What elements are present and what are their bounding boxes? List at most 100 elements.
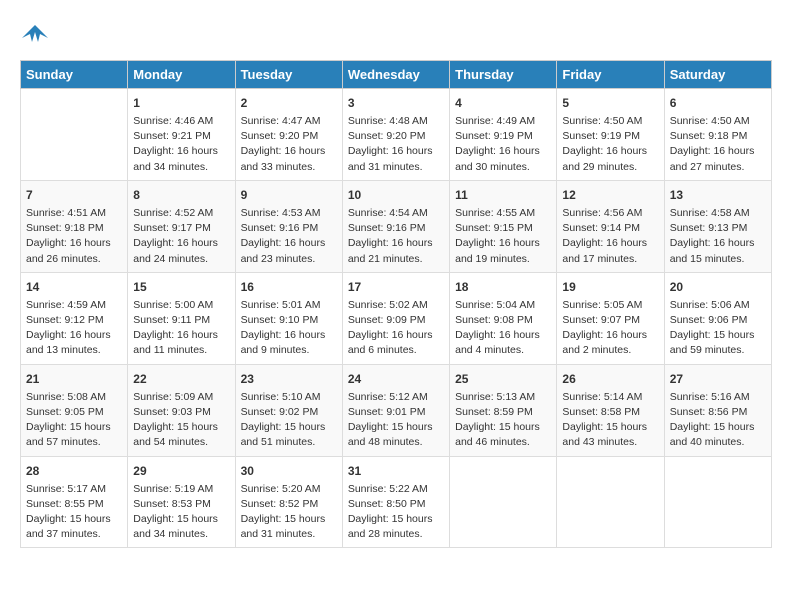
calendar-cell bbox=[21, 89, 128, 181]
day-info: Sunrise: 5:17 AMSunset: 8:55 PMDaylight:… bbox=[26, 482, 122, 543]
day-info: Sunrise: 5:09 AMSunset: 9:03 PMDaylight:… bbox=[133, 390, 229, 451]
day-info: Sunrise: 4:50 AMSunset: 9:19 PMDaylight:… bbox=[562, 114, 658, 175]
day-number: 31 bbox=[348, 462, 444, 480]
calendar-cell: 4 Sunrise: 4:49 AMSunset: 9:19 PMDaylight… bbox=[450, 89, 557, 181]
calendar-cell: 13 Sunrise: 4:58 AMSunset: 9:13 PMDayligh… bbox=[664, 180, 771, 272]
week-row-4: 21 Sunrise: 5:08 AMSunset: 9:05 PMDayligh… bbox=[21, 364, 772, 456]
day-number: 12 bbox=[562, 186, 658, 204]
calendar-cell bbox=[557, 456, 664, 548]
calendar-cell: 26 Sunrise: 5:14 AMSunset: 8:58 PMDayligh… bbox=[557, 364, 664, 456]
calendar-cell: 30 Sunrise: 5:20 AMSunset: 8:52 PMDayligh… bbox=[235, 456, 342, 548]
calendar-cell: 21 Sunrise: 5:08 AMSunset: 9:05 PMDayligh… bbox=[21, 364, 128, 456]
logo-icon bbox=[20, 20, 50, 50]
week-row-1: 1 Sunrise: 4:46 AMSunset: 9:21 PMDaylight… bbox=[21, 89, 772, 181]
day-info: Sunrise: 4:50 AMSunset: 9:18 PMDaylight:… bbox=[670, 114, 766, 175]
day-number: 1 bbox=[133, 94, 229, 112]
day-number: 6 bbox=[670, 94, 766, 112]
day-number: 4 bbox=[455, 94, 551, 112]
calendar-cell: 16Sunrise: 5:01 AMSunset: 9:10 PMDayligh… bbox=[235, 272, 342, 364]
day-info: Sunrise: 4:49 AMSunset: 9:19 PMDaylight:… bbox=[455, 114, 551, 175]
calendar-cell: 6 Sunrise: 4:50 AMSunset: 9:18 PMDaylight… bbox=[664, 89, 771, 181]
day-number: 24 bbox=[348, 370, 444, 388]
calendar-cell: 25 Sunrise: 5:13 AMSunset: 8:59 PMDayligh… bbox=[450, 364, 557, 456]
week-row-2: 7 Sunrise: 4:51 AMSunset: 9:18 PMDaylight… bbox=[21, 180, 772, 272]
day-number: 19 bbox=[562, 278, 658, 296]
day-number: 27 bbox=[670, 370, 766, 388]
day-number: 7 bbox=[26, 186, 122, 204]
header-sunday: Sunday bbox=[21, 61, 128, 89]
day-number: 14 bbox=[26, 278, 122, 296]
calendar-cell: 5 Sunrise: 4:50 AMSunset: 9:19 PMDaylight… bbox=[557, 89, 664, 181]
header-monday: Monday bbox=[128, 61, 235, 89]
calendar-cell: 7 Sunrise: 4:51 AMSunset: 9:18 PMDaylight… bbox=[21, 180, 128, 272]
calendar-cell: 27 Sunrise: 5:16 AMSunset: 8:56 PMDayligh… bbox=[664, 364, 771, 456]
day-info: Sunrise: 5:00 AMSunset: 9:11 PMDaylight:… bbox=[133, 298, 229, 359]
day-info: Sunrise: 5:14 AMSunset: 8:58 PMDaylight:… bbox=[562, 390, 658, 451]
day-number: 29 bbox=[133, 462, 229, 480]
day-info: Sunrise: 4:58 AMSunset: 9:13 PMDaylight:… bbox=[670, 206, 766, 267]
day-number: 18 bbox=[455, 278, 551, 296]
calendar-cell: 28 Sunrise: 5:17 AMSunset: 8:55 PMDayligh… bbox=[21, 456, 128, 548]
calendar-header-row: SundayMondayTuesdayWednesdayThursdayFrid… bbox=[21, 61, 772, 89]
calendar-cell: 14 Sunrise: 4:59 AMSunset: 9:12 PMDayligh… bbox=[21, 272, 128, 364]
day-info: Sunrise: 4:54 AMSunset: 9:16 PMDaylight:… bbox=[348, 206, 444, 267]
week-row-5: 28 Sunrise: 5:17 AMSunset: 8:55 PMDayligh… bbox=[21, 456, 772, 548]
day-info: Sunrise: 5:04 AMSunset: 9:08 PMDaylight:… bbox=[455, 298, 551, 359]
day-number: 25 bbox=[455, 370, 551, 388]
day-info: Sunrise: 4:53 AMSunset: 9:16 PMDaylight:… bbox=[241, 206, 337, 267]
day-info: Sunrise: 5:13 AMSunset: 8:59 PMDaylight:… bbox=[455, 390, 551, 451]
day-number: 8 bbox=[133, 186, 229, 204]
day-info: Sunrise: 5:08 AMSunset: 9:05 PMDaylight:… bbox=[26, 390, 122, 451]
day-info: Sunrise: 4:59 AMSunset: 9:12 PMDaylight:… bbox=[26, 298, 122, 359]
day-info: Sunrise: 5:19 AMSunset: 8:53 PMDaylight:… bbox=[133, 482, 229, 543]
day-number: 11 bbox=[455, 186, 551, 204]
page-header bbox=[20, 20, 772, 50]
day-number: 13 bbox=[670, 186, 766, 204]
calendar-cell: 12Sunrise: 4:56 AMSunset: 9:14 PMDayligh… bbox=[557, 180, 664, 272]
day-number: 28 bbox=[26, 462, 122, 480]
logo bbox=[20, 20, 54, 50]
day-info: Sunrise: 5:16 AMSunset: 8:56 PMDaylight:… bbox=[670, 390, 766, 451]
calendar-cell: 9Sunrise: 4:53 AMSunset: 9:16 PMDaylight… bbox=[235, 180, 342, 272]
day-number: 20 bbox=[670, 278, 766, 296]
day-info: Sunrise: 4:46 AMSunset: 9:21 PMDaylight:… bbox=[133, 114, 229, 175]
day-number: 5 bbox=[562, 94, 658, 112]
day-number: 15 bbox=[133, 278, 229, 296]
header-friday: Friday bbox=[557, 61, 664, 89]
calendar-table: SundayMondayTuesdayWednesdayThursdayFrid… bbox=[20, 60, 772, 548]
day-info: Sunrise: 5:06 AMSunset: 9:06 PMDaylight:… bbox=[670, 298, 766, 359]
day-info: Sunrise: 5:12 AMSunset: 9:01 PMDaylight:… bbox=[348, 390, 444, 451]
calendar-cell: 11Sunrise: 4:55 AMSunset: 9:15 PMDayligh… bbox=[450, 180, 557, 272]
day-number: 3 bbox=[348, 94, 444, 112]
calendar-cell: 10 Sunrise: 4:54 AMSunset: 9:16 PMDayligh… bbox=[342, 180, 449, 272]
day-number: 2 bbox=[241, 94, 337, 112]
day-info: Sunrise: 5:02 AMSunset: 9:09 PMDaylight:… bbox=[348, 298, 444, 359]
header-tuesday: Tuesday bbox=[235, 61, 342, 89]
calendar-cell: 19Sunrise: 5:05 AMSunset: 9:07 PMDayligh… bbox=[557, 272, 664, 364]
day-info: Sunrise: 5:10 AMSunset: 9:02 PMDaylight:… bbox=[241, 390, 337, 451]
calendar-cell: 18 Sunrise: 5:04 AMSunset: 9:08 PMDayligh… bbox=[450, 272, 557, 364]
day-number: 22 bbox=[133, 370, 229, 388]
day-info: Sunrise: 5:22 AMSunset: 8:50 PMDaylight:… bbox=[348, 482, 444, 543]
day-number: 23 bbox=[241, 370, 337, 388]
calendar-cell: 3 Sunrise: 4:48 AMSunset: 9:20 PMDaylight… bbox=[342, 89, 449, 181]
day-info: Sunrise: 4:51 AMSunset: 9:18 PMDaylight:… bbox=[26, 206, 122, 267]
calendar-cell: 17 Sunrise: 5:02 AMSunset: 9:09 PMDayligh… bbox=[342, 272, 449, 364]
calendar-cell: 29 Sunrise: 5:19 AMSunset: 8:53 PMDayligh… bbox=[128, 456, 235, 548]
calendar-cell bbox=[450, 456, 557, 548]
header-wednesday: Wednesday bbox=[342, 61, 449, 89]
day-number: 30 bbox=[241, 462, 337, 480]
day-number: 10 bbox=[348, 186, 444, 204]
calendar-cell: 22 Sunrise: 5:09 AMSunset: 9:03 PMDayligh… bbox=[128, 364, 235, 456]
day-number: 16 bbox=[241, 278, 337, 296]
day-number: 21 bbox=[26, 370, 122, 388]
day-info: Sunrise: 4:48 AMSunset: 9:20 PMDaylight:… bbox=[348, 114, 444, 175]
day-number: 26 bbox=[562, 370, 658, 388]
calendar-cell: 15 Sunrise: 5:00 AMSunset: 9:11 PMDayligh… bbox=[128, 272, 235, 364]
day-info: Sunrise: 5:20 AMSunset: 8:52 PMDaylight:… bbox=[241, 482, 337, 543]
day-number: 17 bbox=[348, 278, 444, 296]
calendar-cell: 24 Sunrise: 5:12 AMSunset: 9:01 PMDayligh… bbox=[342, 364, 449, 456]
calendar-cell: 1 Sunrise: 4:46 AMSunset: 9:21 PMDaylight… bbox=[128, 89, 235, 181]
calendar-cell: 31 Sunrise: 5:22 AMSunset: 8:50 PMDayligh… bbox=[342, 456, 449, 548]
calendar-cell: 8Sunrise: 4:52 AMSunset: 9:17 PMDaylight… bbox=[128, 180, 235, 272]
